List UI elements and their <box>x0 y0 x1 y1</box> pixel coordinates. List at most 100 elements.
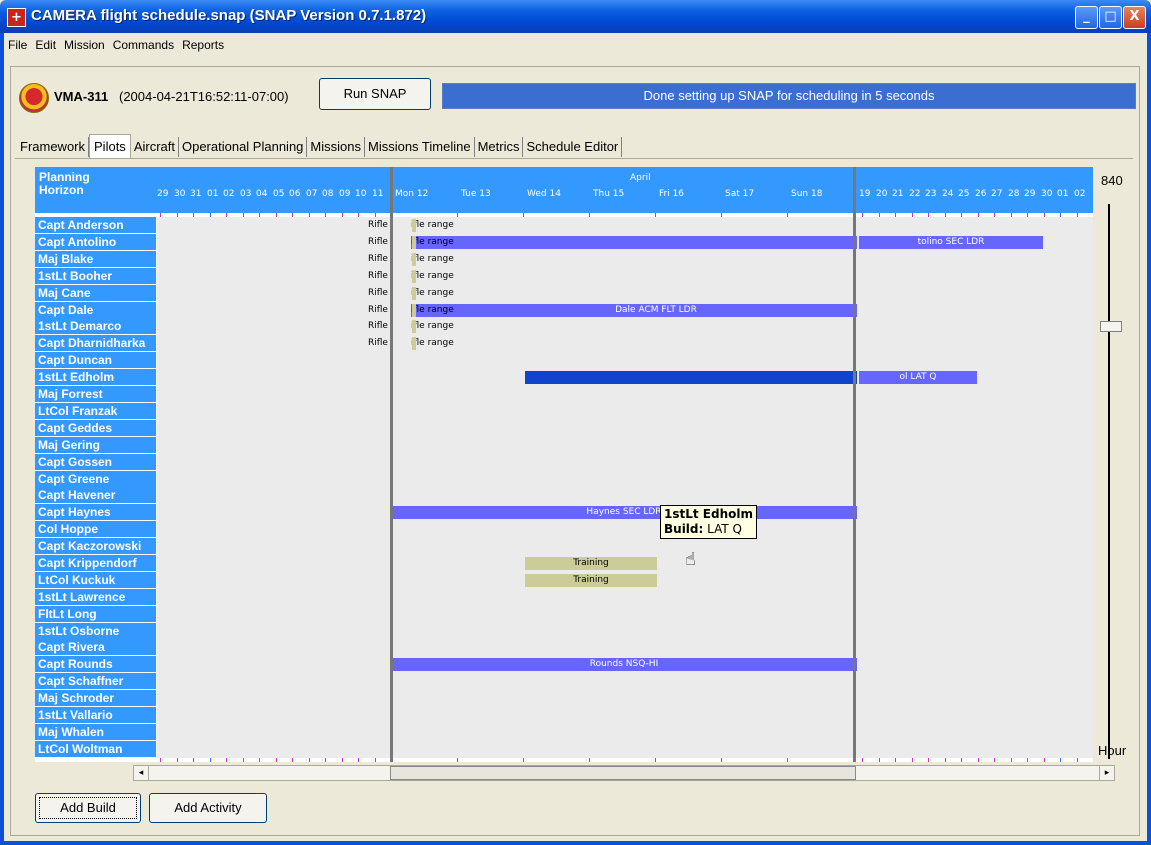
close-button[interactable]: X <box>1123 6 1146 29</box>
tab-metrics[interactable]: Metrics <box>475 137 524 157</box>
pilot-name[interactable]: Capt Haynes <box>35 504 156 520</box>
activity-bar[interactable] <box>455 236 857 249</box>
schedule-row <box>157 386 1093 403</box>
tab-missions-timeline[interactable]: Missions Timeline <box>365 137 475 157</box>
pilot-name[interactable]: Maj Schroder <box>35 690 156 706</box>
day-tick-label: 20 <box>876 189 888 199</box>
activity-bar[interactable]: Haynes SEC LDR <box>391 506 857 519</box>
rifle-range-bar[interactable]: ifle range <box>411 320 455 333</box>
pilot-name[interactable]: 1stLt Edholm <box>35 369 156 385</box>
pilot-name[interactable]: Capt Dharnidharka <box>35 335 156 351</box>
tooltip-pilot: 1stLt Edholm <box>664 507 753 521</box>
activity-bar[interactable]: Dale ACM FLT LDR <box>455 304 857 317</box>
selected-build-bar[interactable] <box>525 371 857 384</box>
training-bar[interactable]: Training <box>525 557 657 570</box>
rifle-range-marker <box>412 320 416 333</box>
pilot-name[interactable]: LtCol Woltman <box>35 741 156 757</box>
tab-schedule-editor[interactable]: Schedule Editor <box>523 137 623 157</box>
menu-commands[interactable]: Commands <box>109 33 178 57</box>
pilot-name[interactable]: 1stLt Booher <box>35 268 156 284</box>
schedule-row <box>157 487 1093 504</box>
pilot-name[interactable]: Capt Greene <box>35 471 156 487</box>
zoom-slider-track[interactable] <box>1108 204 1110 759</box>
activity-bar[interactable]: tolino SEC LDR <box>859 236 1043 249</box>
scroll-left-icon[interactable]: ◂ <box>134 766 149 780</box>
pilot-name[interactable]: Capt Havener <box>35 487 156 503</box>
pilot-name[interactable]: Capt Rounds <box>35 656 156 672</box>
menu-mission[interactable]: Mission <box>60 33 109 57</box>
scroll-right-icon[interactable]: ▸ <box>1099 766 1114 780</box>
day-tick-label: 24 <box>942 189 954 199</box>
pilot-name[interactable]: Capt Geddes <box>35 420 156 436</box>
pilot-name[interactable]: 1stLt Demarco <box>35 318 156 334</box>
rifle-range-bar[interactable]: ifle range <box>411 253 455 266</box>
add-build-button[interactable]: Add Build <box>35 793 141 823</box>
zoom-slider-thumb[interactable] <box>1100 321 1122 332</box>
pilot-name[interactable]: Capt Dale <box>35 302 156 318</box>
rifle-range-bar[interactable]: ifle range <box>411 304 455 317</box>
day-tick-label: 09 <box>339 189 351 199</box>
rifle-range-marker <box>412 270 416 283</box>
pilot-name[interactable]: Capt Antolino <box>35 234 156 250</box>
add-activity-button[interactable]: Add Activity <box>149 793 267 823</box>
tab-operational-planning[interactable]: Operational Planning <box>179 137 308 157</box>
day-tick-label: 29 <box>1024 189 1036 199</box>
pilot-name[interactable]: Maj Forrest <box>35 386 156 402</box>
pilot-name[interactable]: LtCol Franzak <box>35 403 156 419</box>
minimize-button[interactable]: _ <box>1075 6 1098 29</box>
pilot-name[interactable]: 1stLt Lawrence <box>35 589 156 605</box>
run-snap-button[interactable]: Run SNAP <box>319 78 431 110</box>
pilot-name[interactable]: 1stLt Vallario <box>35 707 156 723</box>
tab-missions[interactable]: Missions <box>307 137 365 157</box>
pilot-name[interactable]: Maj Blake <box>35 251 156 267</box>
tooltip-build-value: LAT Q <box>707 522 742 536</box>
pilot-name[interactable]: LtCol Kuckuk <box>35 572 156 588</box>
training-bar[interactable]: Training <box>525 574 657 587</box>
pilot-name[interactable]: Maj Whalen <box>35 724 156 740</box>
activity-bar[interactable]: ol LAT Q <box>859 371 977 384</box>
pilot-name[interactable]: Col Hoppe <box>35 521 156 537</box>
rifle-range-bar[interactable]: ifle range <box>411 287 455 300</box>
pilot-name[interactable]: Maj Gering <box>35 437 156 453</box>
tab-aircraft[interactable]: Aircraft <box>131 137 179 157</box>
pilot-name[interactable]: Maj Cane <box>35 285 156 301</box>
rifle-range-bar[interactable]: ifle range <box>411 236 455 249</box>
tab-pilots[interactable]: Pilots <box>89 134 131 158</box>
activity-bar[interactable]: Rounds NSQ-HI <box>391 658 857 671</box>
pilot-name[interactable]: Capt Rivera <box>35 639 156 655</box>
title-bar[interactable]: + CAMERA flight schedule.snap (SNAP Vers… <box>0 0 1151 33</box>
day-label: Sun 18 <box>791 189 823 199</box>
menu-file[interactable]: File <box>4 33 31 57</box>
squadron-logo-icon <box>19 83 49 113</box>
horizontal-scrollbar[interactable]: ◂ ▸ <box>133 765 1115 781</box>
pilot-name[interactable]: Capt Schaffner <box>35 673 156 689</box>
day-tick-label: 07 <box>306 189 318 199</box>
pilot-name[interactable]: Capt Gossen <box>35 454 156 470</box>
pilot-name[interactable]: Capt Duncan <box>35 352 156 368</box>
scroll-thumb[interactable] <box>390 766 856 780</box>
tooltip-build-label: Build: <box>664 522 704 536</box>
main-panel: VMA-311 (2004-04-21T16:52:11-07:00) Run … <box>10 66 1140 836</box>
day-label: Tue 13 <box>461 189 491 199</box>
pilot-name[interactable]: 1stLt Osborne <box>35 623 156 639</box>
menu-reports[interactable]: Reports <box>178 33 228 57</box>
maximize-button[interactable]: □ <box>1099 6 1122 29</box>
tab-framework[interactable]: Framework <box>17 137 90 157</box>
day-label: Thu 15 <box>593 189 625 199</box>
menu-bar: File Edit Mission Commands Reports <box>4 33 1147 57</box>
pilot-name[interactable]: Capt Kaczorowski <box>35 538 156 554</box>
day-tick-label: 08 <box>322 189 334 199</box>
rifle-range-marker <box>412 304 416 317</box>
schedule-row <box>157 724 1093 741</box>
day-tick-label: 28 <box>1008 189 1020 199</box>
rifle-range-bar[interactable]: ifle range <box>411 219 455 232</box>
rifle-range-marker <box>412 337 416 350</box>
pilot-name[interactable]: Capt Krippendorf <box>35 555 156 571</box>
menu-edit[interactable]: Edit <box>31 33 60 57</box>
pilot-name[interactable]: FltLt Long <box>35 606 156 622</box>
rifle-range-bar[interactable]: ifle range <box>411 337 455 350</box>
pilot-name[interactable]: Capt Anderson <box>35 217 156 233</box>
rifle-label: Rifle <box>368 237 388 247</box>
pilot-schedule-gantt[interactable]: Planning Horizon April 29 30 31 01 02 03 04 05 0… <box>35 167 1093 762</box>
rifle-range-bar[interactable]: ifle range <box>411 270 455 283</box>
